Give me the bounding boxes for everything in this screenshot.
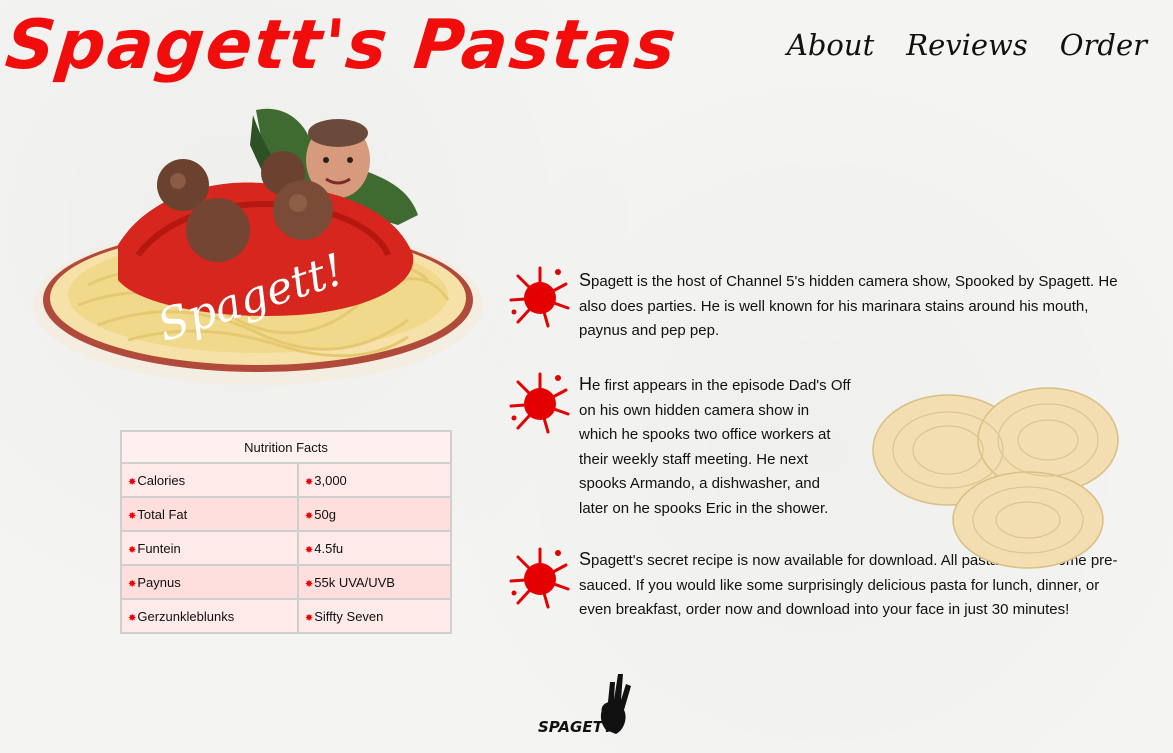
nutrient-value: 50g (314, 506, 336, 522)
table-row: ✸Gerzunkleblunks ✸Siffty Seven (120, 598, 453, 634)
sauce-splat-icon (509, 266, 570, 328)
nutrient-value: Siffty Seven (314, 608, 384, 624)
paragraph-text: e first appears in the episode Dad's Off… (579, 377, 851, 517)
nutrient-name: Funtein (137, 540, 181, 556)
nutrient-name: Calories (137, 472, 186, 488)
about-paragraph-1: Spagett is the host of Channel 5's hidde… (579, 268, 1119, 344)
nutrition-title: Nutrition Facts (120, 430, 452, 464)
splat-bullet-icon: ✸ (128, 544, 137, 556)
hero-spaghetti-image: Spagett! (28, 105, 488, 395)
nutrient-name: Total Fat (137, 506, 188, 522)
nutrient-name: Paynus (137, 574, 181, 590)
about-paragraph-2: He first appears in the episode Dad's Of… (579, 372, 851, 521)
table-row: ✸Calories ✸3,000 (120, 462, 453, 498)
dry-pasta-nests-image (872, 387, 1119, 569)
splat-bullet-icon: ✸ (304, 510, 314, 522)
drop-letter: H (579, 374, 592, 394)
splat-bullet-icon: ✸ (304, 612, 314, 624)
nutrient-value: 55k UVA/UVB (314, 574, 395, 590)
splat-bullet-icon: ✸ (128, 476, 137, 488)
splat-bullet-icon: ✸ (128, 612, 137, 624)
footer-ok-hand-logo: SPAGETT! (538, 674, 631, 736)
main-nav: About Reviews Order (787, 28, 1147, 62)
splat-bullet-icon: ✸ (128, 510, 137, 522)
drop-letter: S (579, 549, 592, 569)
nav-about[interactable]: About (787, 28, 874, 62)
nutrition-table: Nutrition Facts ✸Calories ✸3,000 ✸Total … (120, 430, 453, 634)
sauce-splat-icon (509, 547, 570, 609)
splat-bullet-icon: ✸ (304, 578, 314, 590)
footer-logo-text: SPAGETT! (538, 718, 620, 736)
splat-bullet-icon: ✸ (128, 578, 137, 590)
nav-order[interactable]: Order (1060, 28, 1147, 62)
nav-reviews[interactable]: Reviews (906, 28, 1028, 62)
nutrient-name: Gerzunkleblunks (137, 608, 235, 624)
table-row: ✸Paynus ✸55k UVA/UVB (120, 564, 453, 600)
splat-bullet-icon: ✸ (304, 544, 314, 556)
drop-letter: S (579, 270, 592, 290)
nutrient-value: 4.5fu (314, 540, 344, 556)
site-logo[interactable]: Spagett's Pastas (2, 6, 681, 85)
nutrient-value: 3,000 (314, 472, 347, 488)
table-row: ✸Funtein ✸4.5fu (120, 530, 453, 566)
paragraph-text: pagett is the host of Channel 5's hidden… (579, 273, 1118, 339)
sauce-splat-icon (509, 372, 570, 434)
splat-bullet-icon: ✸ (304, 476, 314, 488)
table-row: ✸Total Fat ✸50g (120, 496, 453, 532)
